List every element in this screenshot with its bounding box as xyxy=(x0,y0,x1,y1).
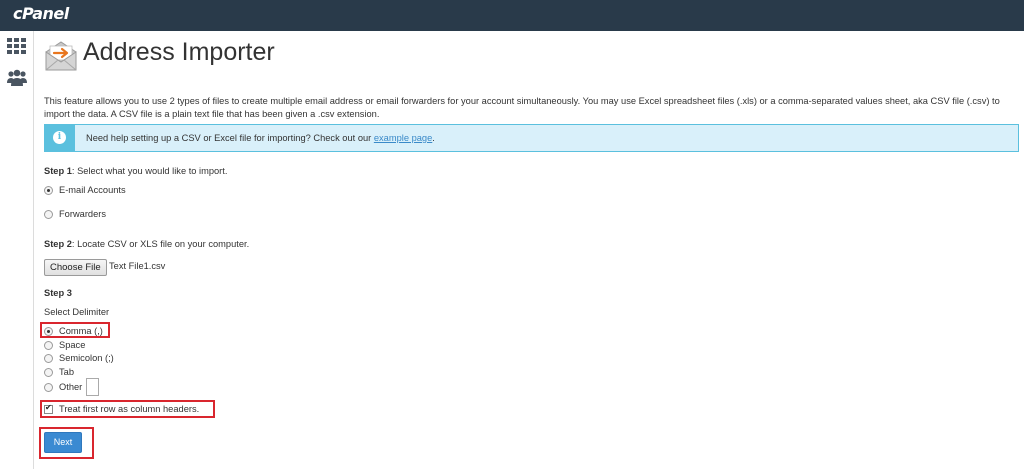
import-type-forwarders[interactable]: Forwarders xyxy=(44,209,106,219)
delimiter-space[interactable]: Space xyxy=(44,340,85,350)
delimiter-tab[interactable]: Tab xyxy=(44,367,74,377)
space-radio[interactable] xyxy=(44,340,53,350)
info-message: Need help setting up a CSV or Excel file… xyxy=(86,133,374,143)
main-content: Address Importer This feature allows you… xyxy=(34,31,1024,469)
space-label: Space xyxy=(59,340,86,350)
step1-heading: Step 1: Select what you would like to im… xyxy=(44,166,227,176)
users-icon[interactable] xyxy=(7,69,27,90)
next-button[interactable]: Next xyxy=(44,432,82,453)
tab-label: Tab xyxy=(59,367,74,377)
cpanel-logo[interactable]: cPanel xyxy=(13,4,69,23)
delimiter-semicolon[interactable]: Semicolon (;) xyxy=(44,353,114,363)
forwarders-label: Forwarders xyxy=(59,209,107,219)
forwarders-radio[interactable] xyxy=(44,209,53,219)
step3-heading: Step 3 xyxy=(44,288,72,298)
sidebar xyxy=(0,31,34,469)
choose-file-button[interactable]: Choose File xyxy=(44,259,107,276)
other-radio[interactable] xyxy=(44,382,53,392)
email-accounts-radio[interactable] xyxy=(44,185,53,195)
info-icon: i xyxy=(53,131,66,144)
info-suffix: . xyxy=(432,133,435,143)
step1-label: Step 1 xyxy=(44,166,72,176)
example-page-link[interactable]: example page xyxy=(374,133,432,143)
import-type-email-accounts[interactable]: E-mail Accounts xyxy=(44,185,126,195)
info-text: Need help setting up a CSV or Excel file… xyxy=(86,133,435,143)
tab-radio[interactable] xyxy=(44,367,53,377)
step1-text: : Select what you would like to import. xyxy=(71,166,228,176)
address-importer-icon xyxy=(44,40,78,72)
step2-heading: Step 2: Locate CSV or XLS file on your c… xyxy=(44,239,249,249)
page-description: This feature allows you to use 2 types o… xyxy=(44,96,1000,119)
other-label: Other xyxy=(59,382,83,392)
other-delimiter-input[interactable] xyxy=(86,378,100,396)
selected-file-name: Text File1.csv xyxy=(109,261,166,271)
semicolon-label: Semicolon (;) xyxy=(59,353,114,363)
step3-label: Step 3 xyxy=(44,288,72,298)
page-title: Address Importer xyxy=(83,38,275,66)
step2-label: Step 2 xyxy=(44,239,72,249)
comma-highlight-box xyxy=(40,322,110,338)
column-headers-highlight-box xyxy=(40,400,215,418)
delimiter-subtitle: Select Delimiter xyxy=(44,307,110,317)
top-navigation-bar: cPanel xyxy=(0,0,1024,31)
grid-icon[interactable] xyxy=(7,38,27,57)
email-accounts-label: E-mail Accounts xyxy=(59,185,126,195)
semicolon-radio[interactable] xyxy=(44,353,53,363)
step2-text: : Locate CSV or XLS file on your compute… xyxy=(71,239,250,249)
delimiter-other[interactable]: Other xyxy=(44,378,100,396)
info-alert: i Need help setting up a CSV or Excel fi… xyxy=(44,124,1019,152)
info-icon-box: i xyxy=(45,125,75,151)
